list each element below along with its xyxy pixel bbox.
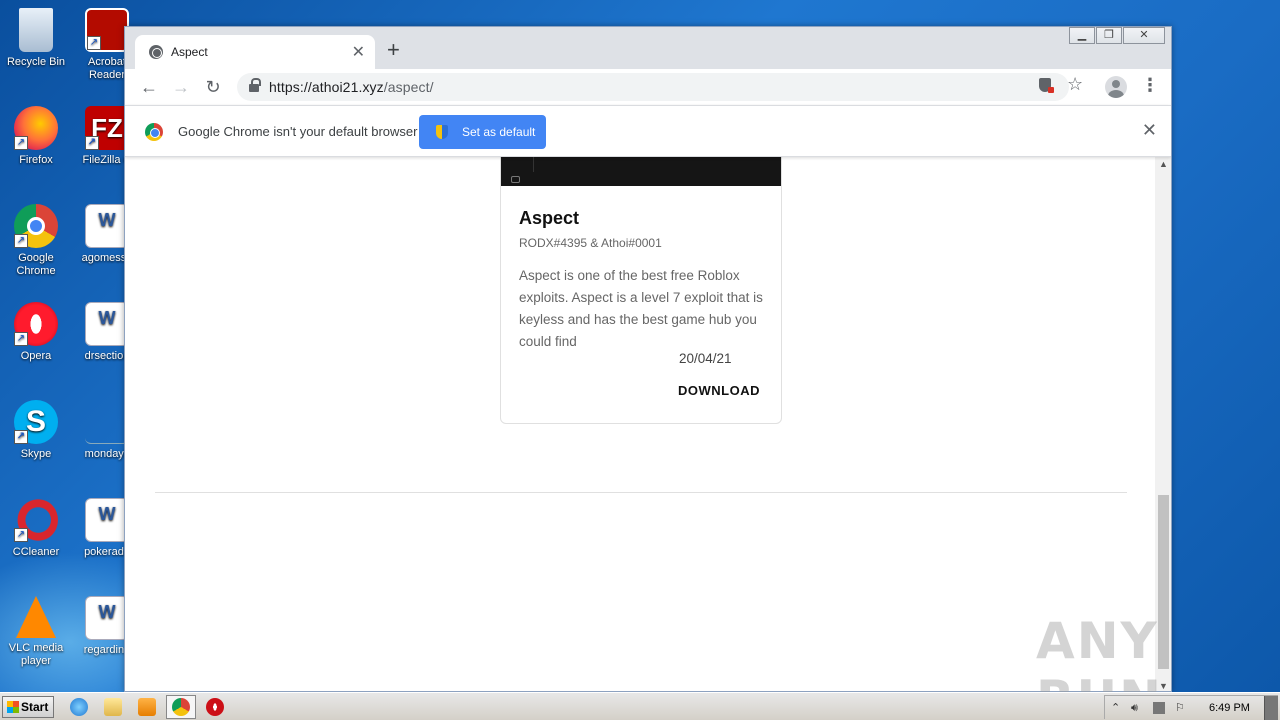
window-close-button[interactable]: ✕ <box>1123 27 1165 44</box>
default-browser-infobar: Google Chrome isn't your default browser… <box>125 105 1171 157</box>
network-icon[interactable] <box>1153 702 1165 714</box>
internet-explorer-icon[interactable] <box>70 698 88 716</box>
desktop-icon-label: drsection <box>84 350 130 362</box>
desktop-icon-ccleaner[interactable]: ↗ CCleaner <box>5 498 67 559</box>
shortcut-arrow-icon: ↗ <box>14 430 28 444</box>
blank-file-icon <box>85 400 129 444</box>
scroll-up-arrow-icon[interactable]: ▲ <box>1159 159 1168 169</box>
opera-icon: ↗ <box>14 302 58 346</box>
desktop-icon-label: Google Chrome <box>16 252 56 277</box>
acrobat-icon: ↗ <box>85 8 129 52</box>
desktop-icon-label: VLC media player <box>8 642 64 667</box>
desktop-icon-skype[interactable]: S ↗ Skype <box>5 400 67 461</box>
browser-toolbar: ← → ↻ https://athoi21.xyz/aspect/ ☆ ⋮ <box>125 69 1171 105</box>
opera-taskbar-icon[interactable] <box>206 698 224 716</box>
set-as-default-label: Set as default <box>462 125 536 139</box>
desktop-icon-vlc[interactable]: VLC media player <box>5 596 67 668</box>
desktop-icon-label: CCleaner <box>12 546 60 558</box>
firefox-icon: ↗ <box>14 106 58 150</box>
desktop-icon-label: Opera <box>20 350 52 362</box>
action-center-flag-icon[interactable]: ⚐ <box>1175 702 1187 714</box>
infobar-message: Google Chrome isn't your default browser <box>178 124 418 139</box>
bookmark-star-icon[interactable]: ☆ <box>1067 74 1083 95</box>
card-date: 20/04/21 <box>679 351 732 366</box>
url-host: https://athoi21.xyz <box>269 79 384 95</box>
desktop-icon-recycle-bin[interactable]: Recycle Bin <box>5 8 67 69</box>
globe-icon <box>149 45 163 59</box>
clock[interactable]: 6:49 PM <box>1209 702 1250 714</box>
window-controls: ▁ ❐ ✕ <box>1068 27 1165 44</box>
shortcut-arrow-icon: ↗ <box>14 332 28 346</box>
uac-shield-icon <box>436 125 448 139</box>
extension-shield-icon[interactable] <box>1039 78 1054 93</box>
shortcut-arrow-icon: ↗ <box>87 36 101 50</box>
minimize-button[interactable]: ▁ <box>1069 27 1095 44</box>
kebab-menu-icon[interactable]: ⋮ <box>1141 75 1159 96</box>
word-doc-icon: W <box>85 302 129 346</box>
chrome-window: Aspect ✕ + ▁ ❐ ✕ ← → ↻ https://athoi21.x… <box>124 26 1172 692</box>
shortcut-arrow-icon: ↗ <box>14 136 28 150</box>
taskbar: Start ⌃ 🔊︎ ⚐ 6:49 PM <box>0 692 1280 720</box>
page-viewport: Aspect RODX#4395 & Athoi#0001 Aspect is … <box>125 157 1155 691</box>
download-button[interactable]: DOWNLOAD <box>678 383 760 398</box>
media-player-icon[interactable] <box>138 698 156 716</box>
shortcut-arrow-icon: ↗ <box>14 528 28 542</box>
card-image <box>501 157 781 186</box>
tab-strip: Aspect ✕ + ▁ ❐ ✕ <box>125 27 1171 69</box>
show-hidden-icons-icon[interactable]: ⌃ <box>1111 702 1123 714</box>
start-label: Start <box>21 700 49 714</box>
chrome-icon <box>172 698 190 716</box>
back-button[interactable]: ← <box>138 76 160 98</box>
desktop-icon-label: Firefox <box>19 154 53 166</box>
word-doc-icon: W <box>85 204 129 248</box>
close-icon[interactable]: ✕ <box>352 42 365 62</box>
card-title: Aspect <box>519 208 580 228</box>
desktop-icon-label: Skype <box>20 448 52 460</box>
start-button[interactable]: Start <box>2 696 54 718</box>
skype-icon: S ↗ <box>14 400 58 444</box>
filezilla-icon: FZ ↗ <box>85 106 129 150</box>
file-explorer-icon[interactable] <box>104 698 122 716</box>
new-tab-button[interactable]: + <box>387 39 400 61</box>
tab-aspect[interactable]: Aspect ✕ <box>135 35 375 69</box>
page-divider <box>155 492 1127 493</box>
shortcut-arrow-icon: ↗ <box>85 136 99 150</box>
volume-icon[interactable]: 🔊︎ <box>1131 702 1143 714</box>
set-as-default-button[interactable]: Set as default <box>419 115 546 149</box>
infobar-close-icon[interactable]: ✕ <box>1142 120 1157 141</box>
recycle-bin-icon <box>19 8 53 52</box>
chrome-icon: ↗ <box>14 204 58 248</box>
desktop-icon-label: mondayk <box>84 448 130 460</box>
forward-button[interactable]: → <box>170 76 192 98</box>
desktop-icon-label: Recycle Bin <box>6 56 66 68</box>
system-tray: ⌃ 🔊︎ ⚐ 6:49 PM <box>1104 695 1278 720</box>
desktop-icon-google-chrome[interactable]: ↗ Google Chrome <box>5 204 67 278</box>
url-text: https://athoi21.xyz/aspect/ <box>269 79 434 95</box>
desktop-icon-firefox[interactable]: ↗ Firefox <box>5 106 67 167</box>
card-description: Aspect is one of the best free Roblox ex… <box>519 268 763 349</box>
lock-icon[interactable] <box>249 78 261 93</box>
restore-button[interactable]: ❐ <box>1096 27 1122 44</box>
address-bar[interactable]: https://athoi21.xyz/aspect/ <box>237 73 1069 101</box>
word-doc-icon: W <box>85 498 129 542</box>
exploit-card: Aspect RODX#4395 & Athoi#0001 Aspect is … <box>500 157 782 424</box>
show-desktop-button[interactable] <box>1264 696 1278 720</box>
card-authors: RODX#4395 & Athoi#0001 <box>519 236 662 250</box>
desktop-icon-label: Acrobat Reader <box>88 56 126 81</box>
shortcut-arrow-icon: ↗ <box>14 234 28 248</box>
vlc-icon <box>16 596 56 638</box>
word-doc-icon: W <box>85 596 129 640</box>
profile-avatar[interactable] <box>1105 76 1127 98</box>
reload-button[interactable]: ↻ <box>202 76 224 98</box>
desktop-icon-opera[interactable]: ↗ Opera <box>5 302 67 363</box>
ccleaner-icon: ↗ <box>14 498 58 542</box>
windows-logo-icon <box>7 701 19 713</box>
url-path: /aspect/ <box>383 79 434 95</box>
chrome-logo-icon <box>145 123 163 141</box>
tab-title: Aspect <box>171 45 208 59</box>
taskbar-chrome-button[interactable] <box>166 695 196 719</box>
